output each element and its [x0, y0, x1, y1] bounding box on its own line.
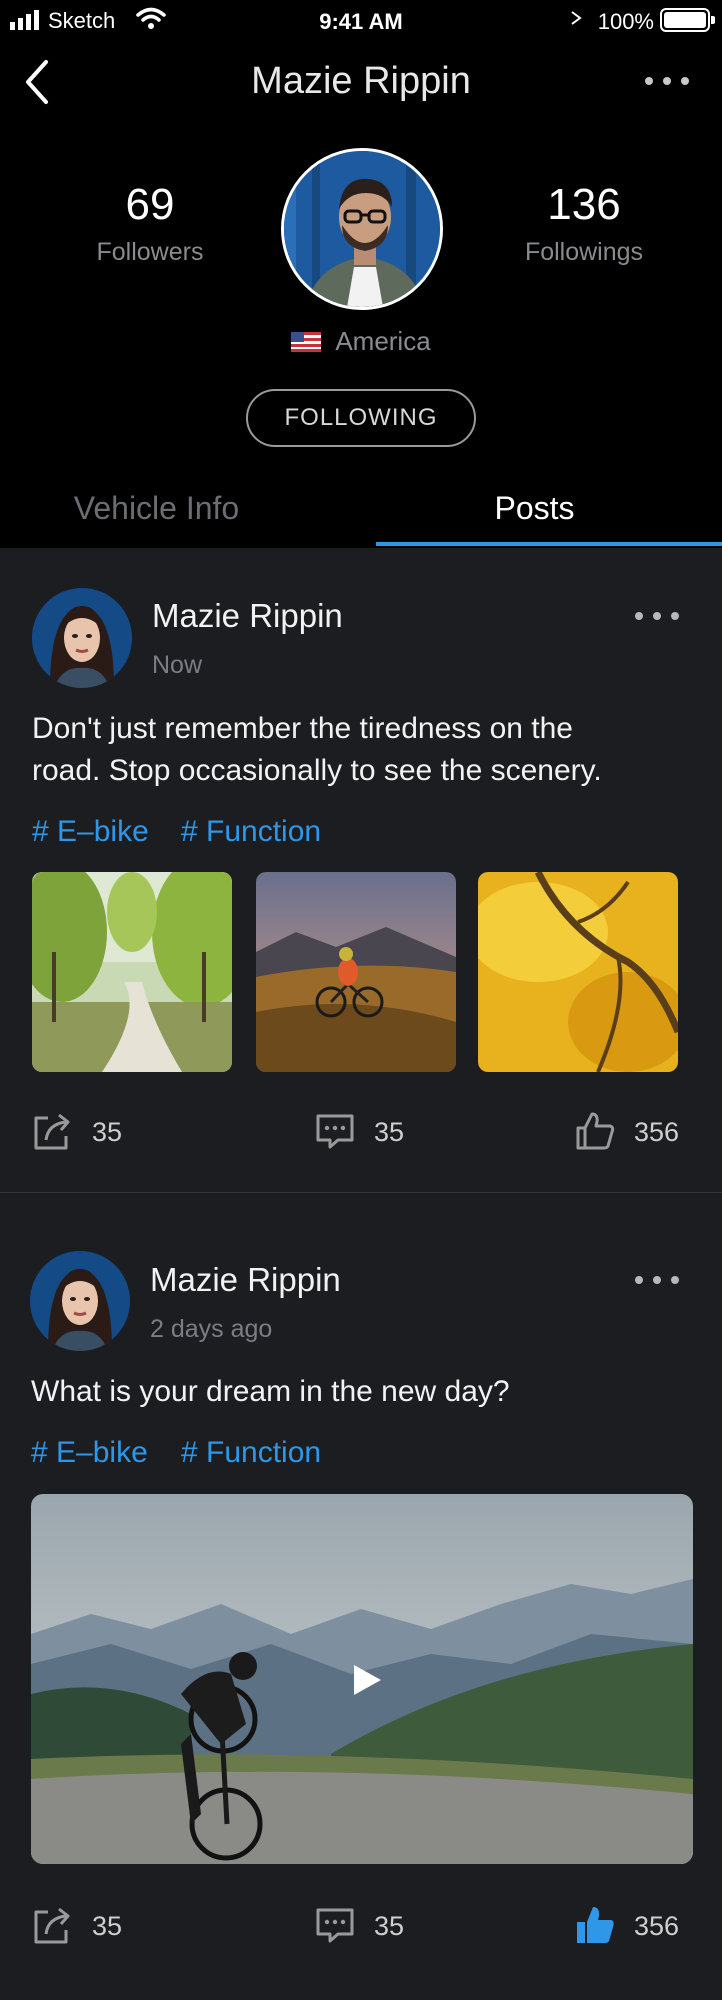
country-label: America: [335, 326, 431, 356]
post-text: Don't just remember the tiredness on the…: [32, 708, 602, 792]
followings-count: 136: [547, 180, 621, 229]
post-divider: [0, 1192, 722, 1193]
post-author-avatar[interactable]: [32, 588, 132, 688]
post-more-icon[interactable]: [632, 609, 682, 623]
active-tab-indicator: [376, 542, 722, 546]
comment-count: 35: [374, 1911, 405, 1941]
profile-tabs: Vehicle Info Posts: [0, 476, 722, 548]
like-count: 356: [634, 1117, 680, 1147]
share-count: 35: [92, 1911, 123, 1941]
hashtag-function[interactable]: # Function: [181, 815, 321, 849]
post-photo-mountain-bike[interactable]: [256, 872, 456, 1072]
share-icon[interactable]: [32, 1904, 74, 1946]
followers-stat[interactable]: 69 Followers: [50, 180, 250, 267]
location-arrow-icon: [571, 11, 582, 25]
more-options-icon[interactable]: [642, 74, 692, 88]
post-time: 2 days ago: [150, 1315, 273, 1343]
share-count: 35: [92, 1117, 123, 1147]
post-text-line: road. Stop occasionally to see the scene…: [32, 754, 602, 787]
post-time: Now: [152, 651, 203, 679]
followers-count: 69: [125, 180, 175, 229]
followings-stat[interactable]: 136 Followings: [484, 180, 684, 267]
comment-count: 35: [374, 1117, 405, 1147]
status-bar: Sketch 9:41 AM 100%: [0, 0, 722, 44]
comment-icon[interactable]: [314, 1110, 356, 1152]
battery-percent: 100%: [597, 9, 654, 34]
post-text-line: Don't just remember the tiredness on the: [32, 712, 573, 745]
followings-label: Followings: [524, 238, 644, 266]
tab-posts[interactable]: Posts: [354, 490, 715, 527]
like-icon[interactable]: [574, 1110, 616, 1152]
tab-vehicle-info[interactable]: Vehicle Info: [0, 490, 337, 527]
post-author-name[interactable]: Mazie Rippin: [152, 597, 343, 635]
us-flag-icon: [291, 332, 322, 352]
profile-header: Sketch 9:41 AM 100% Mazie Rippin 69 Foll…: [0, 0, 722, 548]
post-author-name[interactable]: Mazie Rippin: [150, 1261, 341, 1299]
post-photo-yellow-tree[interactable]: [478, 872, 678, 1072]
share-icon[interactable]: [32, 1110, 74, 1152]
comment-icon[interactable]: [314, 1904, 356, 1946]
followers-label: Followers: [96, 238, 204, 266]
profile-avatar: [281, 148, 443, 310]
play-icon[interactable]: [350, 1662, 384, 1698]
post-more-icon[interactable]: [632, 1273, 682, 1287]
post-author-avatar[interactable]: [30, 1251, 130, 1351]
post-photo-park-path[interactable]: [32, 872, 232, 1072]
like-count: 356: [634, 1911, 680, 1941]
country: America: [0, 326, 722, 357]
liked-icon[interactable]: [574, 1904, 616, 1946]
following-button[interactable]: FOLLOWING: [246, 389, 476, 447]
post-text: What is your dream in the new day?: [31, 1375, 510, 1408]
hashtag-ebike[interactable]: # E–bike: [32, 815, 149, 849]
hashtag-ebike[interactable]: # E–bike: [31, 1436, 148, 1470]
battery-icon: [660, 8, 715, 32]
hashtag-function[interactable]: # Function: [181, 1436, 321, 1470]
page-title: Mazie Rippin: [251, 60, 471, 102]
